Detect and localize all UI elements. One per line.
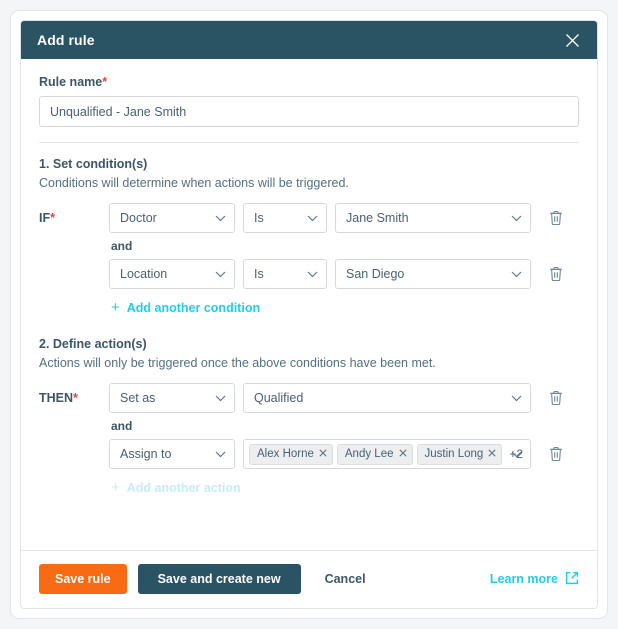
action-value-text-1: Qualified bbox=[254, 391, 304, 405]
rule-name-label: Rule name* bbox=[39, 75, 579, 89]
save-and-create-new-button[interactable]: Save and create new bbox=[137, 564, 301, 594]
action-row: Assign to Alex Horne Andy Lee Justin Lon… bbox=[109, 439, 579, 469]
action-type-value-2: Assign to bbox=[120, 447, 172, 461]
save-rule-button[interactable]: Save rule bbox=[39, 564, 127, 594]
condition-value-text-2: San Diego bbox=[346, 267, 405, 281]
then-keyword: THEN* bbox=[39, 383, 109, 405]
condition-field-value-1: Doctor bbox=[120, 211, 157, 225]
delete-action-button-1[interactable] bbox=[546, 386, 566, 410]
condition-row: Doctor Is Jane Smith bbox=[109, 203, 579, 233]
conditions-section-description: Conditions will determine when actions w… bbox=[39, 176, 349, 190]
dialog-header: Add rule bbox=[21, 21, 597, 59]
condition-rows: Doctor Is Jane Smith and Location Is San… bbox=[109, 203, 579, 317]
action-type-select-1[interactable]: Set as bbox=[109, 383, 235, 413]
chevron-down-icon bbox=[307, 267, 318, 281]
condition-row: Location Is San Diego bbox=[109, 259, 579, 289]
learn-more-link[interactable]: Learn more bbox=[490, 571, 579, 588]
action-row: Set as Qualified bbox=[109, 383, 579, 413]
chevron-down-icon bbox=[511, 447, 522, 461]
delete-condition-button-1[interactable] bbox=[546, 206, 566, 230]
actions-section-description: Actions will only be triggered once the … bbox=[39, 356, 436, 370]
close-icon[interactable] bbox=[488, 448, 496, 460]
chevron-down-icon bbox=[215, 391, 226, 405]
if-keyword: IF* bbox=[39, 203, 109, 225]
condition-field-select-1[interactable]: Doctor bbox=[109, 203, 235, 233]
assignee-chip[interactable]: Justin Long bbox=[416, 443, 503, 465]
required-marker: * bbox=[102, 75, 108, 89]
add-rule-dialog: Add rule Rule name* 1. Set condition(s) … bbox=[20, 20, 598, 609]
condition-field-value-2: Location bbox=[120, 267, 168, 281]
learn-more-label: Learn more bbox=[489, 572, 558, 586]
assignee-chip[interactable]: Andy Lee bbox=[336, 443, 413, 465]
conditions-block: IF* Doctor Is Jane Smith and Location Is… bbox=[39, 203, 579, 317]
action-type-value-1: Set as bbox=[120, 391, 156, 405]
assignee-chip-label: Alex Horne bbox=[257, 448, 314, 460]
chevron-down-icon bbox=[511, 211, 522, 225]
add-another-condition-button[interactable]: + Add another condition bbox=[111, 300, 260, 315]
conditions-section-title: 1. Set condition(s) bbox=[39, 157, 148, 171]
condition-operator-value-1: Is bbox=[254, 211, 264, 225]
actions-block: THEN* Set as Qualified and Assign to Ale… bbox=[39, 383, 579, 497]
page-background: Add rule Rule name* 1. Set condition(s) … bbox=[0, 0, 618, 629]
rule-name-input[interactable] bbox=[39, 96, 579, 127]
close-icon[interactable] bbox=[561, 29, 583, 51]
action-and-label: and bbox=[111, 419, 133, 433]
required-marker: * bbox=[73, 391, 78, 405]
chevron-down-icon bbox=[215, 447, 226, 461]
action-rows: Set as Qualified and Assign to Alex Horn… bbox=[109, 383, 579, 497]
plus-icon: + bbox=[111, 299, 120, 316]
delete-action-button-2[interactable] bbox=[546, 442, 566, 466]
close-icon[interactable] bbox=[319, 448, 327, 460]
condition-operator-value-2: Is bbox=[254, 267, 264, 281]
assignee-multiselect[interactable]: Alex Horne Andy Lee Justin Long +2 bbox=[243, 439, 531, 469]
condition-operator-select-1[interactable]: Is bbox=[243, 203, 327, 233]
condition-and-label: and bbox=[111, 239, 133, 253]
chevron-down-icon bbox=[511, 267, 522, 281]
close-icon[interactable] bbox=[398, 448, 407, 460]
required-marker: * bbox=[50, 211, 55, 225]
chevron-down-icon bbox=[215, 267, 226, 281]
external-link-icon bbox=[565, 571, 579, 588]
condition-value-select-2[interactable]: San Diego bbox=[335, 259, 531, 289]
assignee-chip-label: Justin Long bbox=[424, 448, 484, 460]
if-keyword-text: IF bbox=[39, 211, 51, 225]
divider bbox=[39, 142, 579, 143]
action-type-select-2[interactable]: Assign to bbox=[109, 439, 235, 469]
condition-value-select-1[interactable]: Jane Smith bbox=[335, 203, 531, 233]
cancel-button[interactable]: Cancel bbox=[315, 564, 376, 594]
assignee-chip-label: Andy Lee bbox=[344, 448, 394, 460]
add-another-action-label: Add another action bbox=[126, 480, 241, 495]
dialog-footer: Save rule Save and create new Cancel Lea… bbox=[21, 550, 597, 608]
chevron-down-icon bbox=[307, 211, 318, 225]
condition-operator-select-2[interactable]: Is bbox=[243, 259, 327, 289]
assignee-chip[interactable]: Alex Horne bbox=[249, 443, 333, 465]
chevron-down-icon bbox=[215, 211, 226, 225]
add-another-condition-label: Add another condition bbox=[126, 300, 261, 315]
plus-icon: + bbox=[111, 479, 120, 496]
condition-value-text-1: Jane Smith bbox=[346, 211, 409, 225]
chevron-down-icon bbox=[511, 391, 522, 405]
action-value-select-1[interactable]: Qualified bbox=[243, 383, 531, 413]
dialog-body: Rule name* 1. Set condition(s) Condition… bbox=[21, 59, 597, 550]
dialog-title: Add rule bbox=[37, 32, 95, 48]
actions-section-title: 2. Define action(s) bbox=[39, 337, 147, 351]
condition-field-select-2[interactable]: Location bbox=[109, 259, 235, 289]
delete-condition-button-2[interactable] bbox=[546, 262, 566, 286]
rule-name-label-text: Rule name bbox=[39, 75, 103, 89]
outer-card: Add rule Rule name* 1. Set condition(s) … bbox=[10, 10, 608, 619]
then-keyword-text: THEN bbox=[39, 391, 74, 405]
add-another-action-button[interactable]: + Add another action bbox=[111, 480, 241, 495]
